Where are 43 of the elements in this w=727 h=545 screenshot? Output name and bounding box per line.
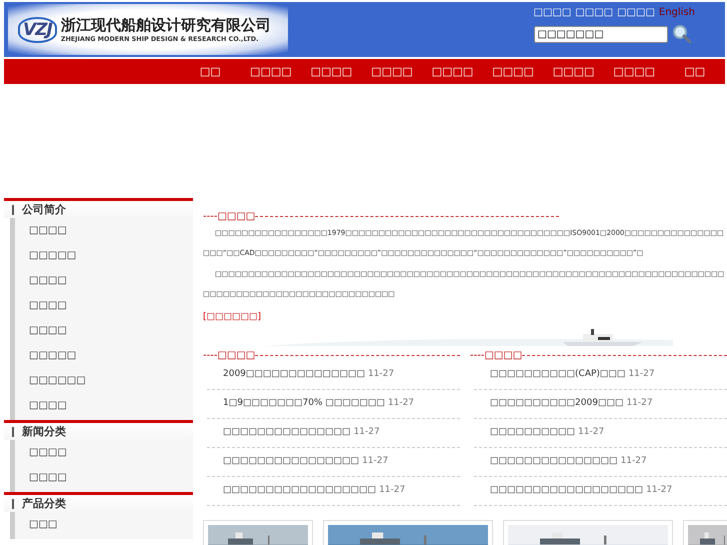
news-item[interactable]: □□□□□□□□□□2009□□□ 11-27 <box>474 390 727 419</box>
news-item[interactable]: 2009□□□□□□□□□□□□□□ 11-27 <box>207 361 460 390</box>
sidebar-heading: 产品分类 <box>4 495 193 512</box>
top-link[interactable]: □□□□ <box>534 7 572 18</box>
news-item[interactable]: □□□□□□□□□□ 11-27 <box>474 419 727 448</box>
section-heading: ----□□□□ <box>203 350 256 361</box>
nav-link[interactable]: □□□□ <box>422 65 483 78</box>
sidebar-item[interactable]: □□□□ <box>15 318 193 343</box>
top-link[interactable]: □□□□ <box>575 7 614 18</box>
sidebar-item[interactable]: □□□□□ <box>15 343 193 368</box>
news-item[interactable]: □□□□□□□□□□□□□□□ 11-27 <box>474 448 727 477</box>
news-item[interactable]: □□□□□□□□□□□□□□□□ 11-27 <box>207 448 460 477</box>
nav-link[interactable]: □□□□ <box>362 65 422 78</box>
logo-mark: VZJ <box>18 16 57 42</box>
news-item[interactable]: 1□9□□□□□□□70% □□□□□□□ 11-27 <box>207 390 460 419</box>
sidebar-item[interactable]: □□□□ <box>15 440 193 465</box>
news-item[interactable]: □□□□□□□□□□(CAP)□□□ 11-27 <box>474 361 727 390</box>
news-item[interactable]: □□□□□□□□□□□□□□□□□□ 11-27 <box>474 477 727 506</box>
nav-link[interactable]: □□□□ <box>482 65 544 78</box>
section-heading: ----□□□□ <box>203 211 256 222</box>
nav-link[interactable]: □□ <box>664 65 726 78</box>
news-item[interactable]: □□□□□□□□□□□□□□□□□□ 11-27 <box>207 477 460 506</box>
more-link[interactable]: [□□□□□□] <box>203 312 262 322</box>
sidebar-item[interactable]: □□□□ <box>15 465 193 490</box>
news-item[interactable]: □□□□□□□□□□□□□□□ 11-27 <box>207 419 460 448</box>
sidebar-item[interactable]: □□□□□ <box>15 243 193 268</box>
nav-link[interactable]: □□□□ <box>301 65 362 78</box>
sidebar-heading: 公司简介 <box>4 201 193 218</box>
nav-link[interactable]: □□□□ <box>240 65 302 78</box>
company-name: 浙江现代船舶设计研究有限公司 <box>60 16 271 35</box>
sidebar-item[interactable]: □□□□ <box>15 268 193 293</box>
search-field[interactable]: □□□□□□□ <box>534 26 668 42</box>
sidebar-item[interactable]: □□□□ <box>15 393 193 418</box>
nav-link[interactable]: □□□□ <box>604 65 664 78</box>
nav-link[interactable]: □□ <box>180 65 241 78</box>
sidebar-item[interactable]: □□□□□□ <box>15 368 193 393</box>
nav-link[interactable]: □□□□ <box>543 65 604 78</box>
sidebar-item[interactable]: □□□□ <box>15 218 193 243</box>
top-link[interactable]: □□□□ <box>617 7 655 18</box>
sidebar-item[interactable]: □□□□ <box>15 293 193 318</box>
sidebar-heading: 新闻分类 <box>4 423 193 440</box>
section-heading: ----□□□□ <box>470 350 522 361</box>
search-icon[interactable] <box>672 24 692 44</box>
